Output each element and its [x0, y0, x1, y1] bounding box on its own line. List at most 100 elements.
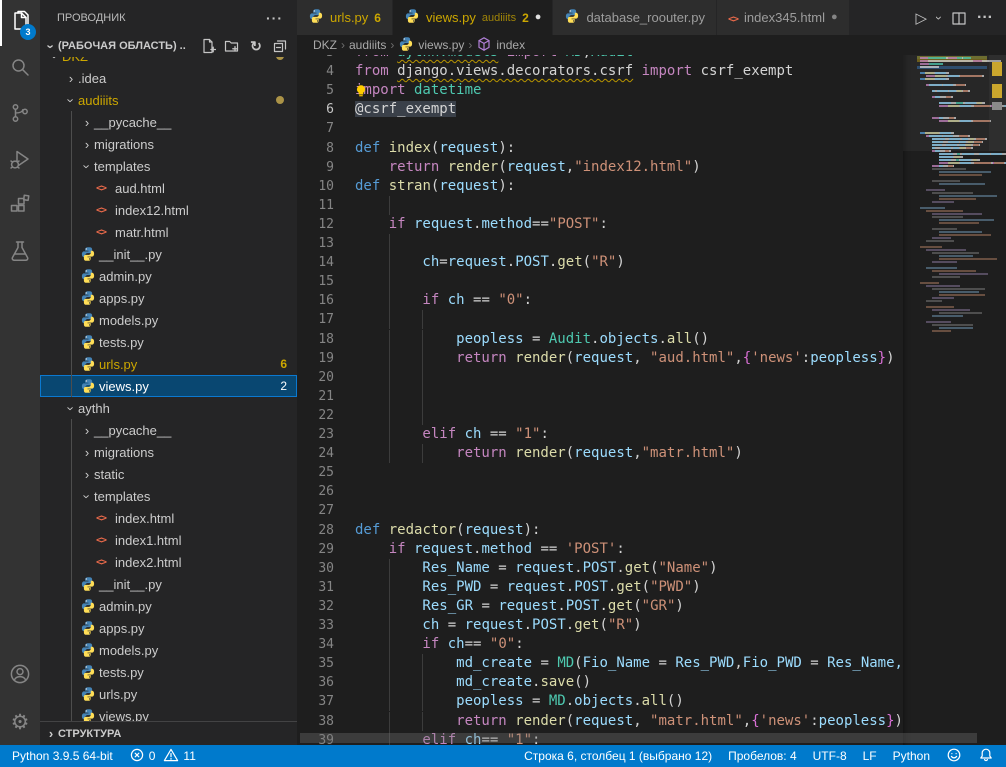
minimap-line [920, 174, 982, 176]
tree-item-models-py[interactable]: models.py [40, 309, 297, 331]
indent-guide [389, 406, 390, 425]
status-python-interpreter[interactable]: Python 3.9.5 64-bit [12, 749, 113, 763]
breadcrumb-item-index[interactable]: index [476, 36, 525, 55]
new-file-icon[interactable] [199, 37, 217, 55]
minimap-line [920, 297, 954, 299]
tree-item-index12-html[interactable]: <>index12.html [40, 199, 297, 221]
collapse-all-icon[interactable] [271, 37, 289, 55]
breadcrumb-item-dkz[interactable]: DKZ [313, 38, 337, 52]
activity-settings-button[interactable]: ⚙ [0, 699, 40, 745]
code-token: render [507, 713, 566, 729]
tree-item-views-py[interactable]: views.py2 [40, 375, 297, 397]
tree-item-urls-py[interactable]: urls.py6 [40, 353, 297, 375]
outline-section-header[interactable]: › СТРУКТУРА [40, 721, 297, 745]
minimap-line [920, 189, 945, 191]
activity-search-button[interactable] [0, 46, 40, 92]
tree-item-label: apps.py [99, 291, 145, 306]
code-token: return [355, 713, 507, 729]
tree-item-tests-py[interactable]: tests.py [40, 331, 297, 353]
tree-item-index1-html[interactable]: <>index1.html [40, 529, 297, 551]
code-token: peopless [819, 713, 886, 729]
run-dropdown-icon[interactable]: › [934, 6, 944, 30]
code-token: ) [895, 713, 903, 729]
run-icon[interactable]: ▷ [912, 6, 930, 30]
activity-source-control-button[interactable] [0, 92, 40, 138]
tree-item-matr-html[interactable]: <>matr.html [40, 221, 297, 243]
activity-account-button[interactable] [0, 653, 40, 699]
split-editor-icon[interactable] [948, 6, 970, 30]
refresh-icon[interactable]: ↻ [247, 37, 265, 55]
breadcrumb-item-audiiits[interactable]: audiiits [349, 38, 386, 52]
tree-indent-guide [71, 573, 72, 595]
breadcrumb-item-views-py[interactable]: views.py [398, 36, 464, 55]
tree-item-index-html[interactable]: <>index.html [40, 507, 297, 529]
tree-item-aud-html[interactable]: <>aud.html [40, 177, 297, 199]
workspace-section-header[interactable]: › (РАБОЧАЯ ОБЛАСТЬ) ... ↻ [40, 35, 297, 57]
code-token: , [633, 350, 650, 366]
status-cursor-position[interactable]: Строка 6, столбец 1 (выбрано 12) [524, 749, 712, 763]
indent-guide [422, 310, 423, 329]
tree-item-views-py[interactable]: views.py [40, 705, 297, 722]
code-editor[interactable]: 3from aythh.models import MD,Audit4from … [297, 55, 903, 745]
tab-database-roouter-py[interactable]: database_roouter.py [553, 0, 717, 35]
minimap-line [920, 291, 979, 293]
status-eol[interactable]: LF [863, 749, 877, 763]
minimap-line [920, 246, 942, 248]
tree-item--idea[interactable]: ›.idea [40, 67, 297, 89]
status-encoding[interactable]: UTF-8 [813, 749, 847, 763]
activity-explorer-button[interactable]: 3 [0, 0, 40, 46]
tree-item--pycache-[interactable]: ›__pycache__ [40, 111, 297, 133]
code-token: , [566, 159, 574, 175]
tree-item-migrations[interactable]: ›migrations [40, 133, 297, 155]
views-more-icon[interactable]: ··· [266, 10, 283, 26]
tree-item-migrations[interactable]: ›migrations [40, 441, 297, 463]
tree-item-tests-py[interactable]: tests.py [40, 661, 297, 683]
tree-item-apps-py[interactable]: apps.py [40, 617, 297, 639]
tree-item-label: index1.html [115, 533, 181, 548]
code-token: "R" [608, 617, 633, 633]
html-file-icon: <> [96, 557, 115, 568]
horizontal-scrollbar[interactable] [300, 733, 977, 743]
tree-item-index2-html[interactable]: <>index2.html [40, 551, 297, 573]
python-file-icon [80, 334, 99, 350]
lightbulb-icon[interactable] [354, 84, 368, 98]
tree-item-admin-py[interactable]: admin.py [40, 595, 297, 617]
tab-label: index345.html [744, 10, 825, 25]
tab-urls-py[interactable]: urls.py6 [297, 0, 393, 35]
code-token: POST [583, 560, 617, 576]
tab-problems-badge: 6 [374, 11, 381, 25]
overview-ruler[interactable] [989, 55, 1006, 745]
tab-views-py[interactable]: views.pyaudiiits2● [393, 0, 553, 35]
tree-item-static[interactable]: ›static [40, 463, 297, 485]
tree-item-models-py[interactable]: models.py [40, 639, 297, 661]
tree-item-urls-py[interactable]: urls.py [40, 683, 297, 705]
code-token: == [465, 636, 490, 652]
new-folder-icon[interactable] [223, 37, 241, 55]
tree-item-admin-py[interactable]: admin.py [40, 265, 297, 287]
tree-item--init-py[interactable]: __init__.py [40, 573, 297, 595]
status-problems[interactable]: 011 [129, 747, 196, 766]
tree-item--pycache-[interactable]: ›__pycache__ [40, 419, 297, 441]
tree-item-label: templates [94, 159, 150, 174]
status-feedback[interactable] [946, 747, 962, 766]
tab-description: audiiits [482, 12, 516, 24]
activity-extensions-button[interactable] [0, 184, 40, 230]
tree-item-aythh[interactable]: ›aythh [40, 397, 297, 419]
tab-index345-html[interactable]: <>index345.html● [717, 0, 850, 35]
code-token: . [524, 617, 532, 633]
status-language-mode[interactable]: Python [893, 749, 930, 763]
more-actions-icon[interactable]: ··· [974, 6, 996, 30]
minimap[interactable] [903, 55, 989, 745]
tree-item-templates[interactable]: ›templates [40, 155, 297, 177]
status-notifications[interactable] [978, 747, 994, 766]
code-token: if [355, 216, 406, 232]
tree-item-apps-py[interactable]: apps.py [40, 287, 297, 309]
status-indentation[interactable]: Пробелов: 4 [728, 749, 797, 763]
activity-run-debug-button[interactable] [0, 138, 40, 184]
activity-testing-button[interactable] [0, 230, 40, 276]
tree-item--init-py[interactable]: __init__.py [40, 243, 297, 265]
tree-item-templates[interactable]: ›templates [40, 485, 297, 507]
warning-marker [992, 84, 1002, 98]
tree-item-audiiits[interactable]: ›audiiits [40, 89, 297, 111]
minimap-line [920, 210, 963, 212]
